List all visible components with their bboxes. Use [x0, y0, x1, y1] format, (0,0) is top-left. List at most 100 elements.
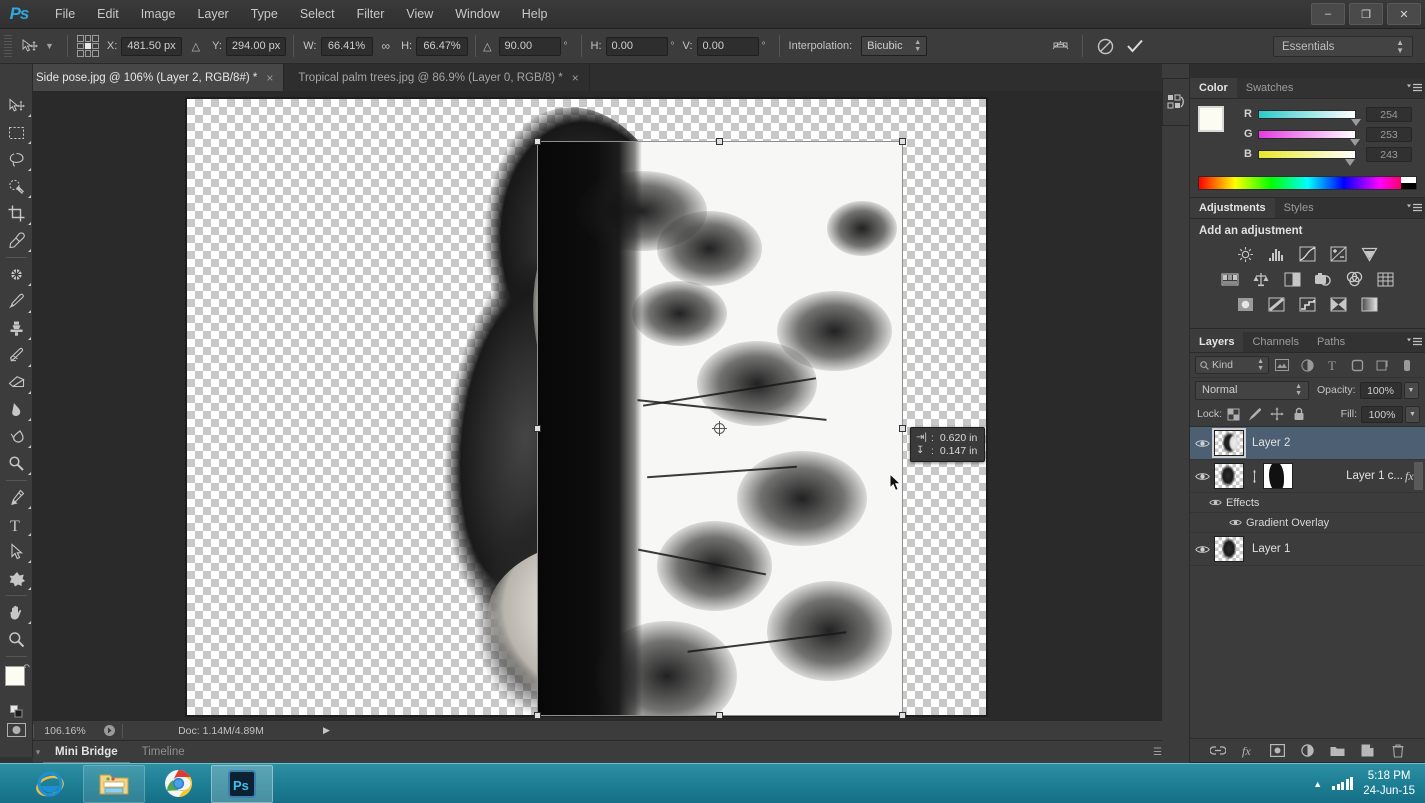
foreground-color-swatch[interactable]: [1198, 106, 1224, 132]
cancel-transform-icon[interactable]: [1090, 34, 1120, 58]
layers-scrollbar-thumb[interactable]: [1414, 462, 1423, 490]
black-white-icon[interactable]: [1279, 269, 1305, 289]
link-icon[interactable]: [1248, 470, 1261, 483]
taskbar-internet-explorer[interactable]: [19, 765, 81, 803]
clone-stamp-tool[interactable]: [0, 315, 33, 342]
mini-bridge-rail-button[interactable]: [1162, 78, 1190, 126]
y-input[interactable]: 294.00 px: [226, 37, 286, 56]
new-group-icon[interactable]: [1329, 742, 1346, 759]
dodge-tool[interactable]: [0, 450, 33, 477]
tab-swatches[interactable]: Swatches: [1237, 78, 1303, 98]
layer-visibility-toggle[interactable]: [1190, 438, 1214, 449]
opacity-input[interactable]: 100%: [1360, 382, 1402, 399]
menu-filter[interactable]: Filter: [346, 0, 396, 29]
restore-icon[interactable]: ❐: [1349, 3, 1383, 25]
filter-pixel-icon[interactable]: [1270, 355, 1294, 375]
opacity-dropdown-icon[interactable]: ▼: [1404, 382, 1419, 399]
layer-row-layer-1[interactable]: Layer 1: [1190, 533, 1425, 566]
brightness-contrast-icon[interactable]: [1233, 244, 1259, 264]
filter-smart-object-icon[interactable]: [1370, 355, 1394, 375]
new-adjustment-layer-icon[interactable]: [1299, 742, 1316, 759]
foreground-color-swatch[interactable]: [5, 666, 25, 686]
menu-type[interactable]: Type: [240, 0, 289, 29]
lasso-tool[interactable]: [0, 146, 33, 173]
menu-window[interactable]: Window: [444, 0, 510, 29]
exposure-icon[interactable]: [1326, 244, 1352, 264]
gradient-map-icon[interactable]: [1357, 294, 1383, 314]
blur-tool[interactable]: [0, 423, 33, 450]
crop-tool[interactable]: [0, 200, 33, 227]
channel-slider-r[interactable]: [1258, 110, 1356, 119]
menu-edit[interactable]: Edit: [86, 0, 130, 29]
panel-menu-icon[interactable]: [1403, 332, 1425, 352]
document-window[interactable]: [185, 97, 988, 717]
canvas-area[interactable]: ⇥| : 0.620 in ↧ : 0.147 in: [33, 91, 1170, 720]
filter-shape-icon[interactable]: [1345, 355, 1369, 375]
channel-value-b[interactable]: 243: [1366, 147, 1412, 162]
menu-select[interactable]: Select: [289, 0, 346, 29]
tab-adjustments[interactable]: Adjustments: [1190, 198, 1275, 218]
layer-visibility-toggle[interactable]: [1190, 471, 1214, 482]
delete-layer-icon[interactable]: [1389, 742, 1406, 759]
lock-image-icon[interactable]: [1244, 405, 1266, 423]
tab-paths[interactable]: Paths: [1308, 332, 1354, 352]
layer-row-layer-2[interactable]: Layer 2: [1190, 427, 1425, 460]
document-tab-tropical-palm-trees[interactable]: Tropical palm trees.jpg @ 86.9% (Layer 0…: [284, 64, 589, 91]
add-mask-icon[interactable]: [1269, 742, 1286, 759]
menu-view[interactable]: View: [395, 0, 444, 29]
reference-point-selector[interactable]: [77, 35, 99, 57]
lock-position-icon[interactable]: [1266, 405, 1288, 423]
skew-h-input[interactable]: 0.00: [606, 37, 668, 56]
move-tool[interactable]: [0, 92, 33, 119]
quick-mask-icon[interactable]: [0, 719, 33, 741]
layer-thumbnail[interactable]: [1214, 430, 1244, 456]
layer-filter-kind-select[interactable]: Kind ▲▼: [1195, 356, 1269, 374]
layer-row-layer-1-copy[interactable]: Layer 1 c... fx: [1190, 460, 1425, 493]
layer-thumbnail[interactable]: [1214, 463, 1244, 489]
tab-color[interactable]: Color: [1190, 78, 1237, 98]
channel-value-r[interactable]: 254: [1366, 107, 1412, 122]
gradient-tool[interactable]: [0, 396, 33, 423]
gradient-overlay-visibility-toggle[interactable]: [1224, 518, 1246, 527]
filter-adjustment-icon[interactable]: [1295, 355, 1319, 375]
filter-type-icon[interactable]: T: [1320, 355, 1344, 375]
menu-file[interactable]: File: [44, 0, 86, 29]
default-colors-icon[interactable]: [0, 703, 33, 719]
tab-styles[interactable]: Styles: [1275, 198, 1323, 218]
slider-thumb-icon[interactable]: [1350, 139, 1360, 146]
path-selection-tool[interactable]: [0, 538, 33, 565]
vibrance-icon[interactable]: [1357, 244, 1383, 264]
menu-image[interactable]: Image: [130, 0, 187, 29]
menu-help[interactable]: Help: [511, 0, 559, 29]
panel-menu-icon[interactable]: [1403, 78, 1425, 98]
eraser-tool[interactable]: [0, 369, 33, 396]
network-signal-icon[interactable]: [1332, 777, 1353, 790]
channel-slider-g[interactable]: [1258, 130, 1356, 139]
lock-all-icon[interactable]: [1288, 405, 1310, 423]
tab-layers[interactable]: Layers: [1190, 332, 1243, 352]
bottom-dock-grip[interactable]: ▾: [33, 747, 43, 758]
fill-dropdown-icon[interactable]: ▼: [1405, 406, 1420, 423]
selective-color-icon[interactable]: [1326, 294, 1352, 314]
filter-toggle-icon[interactable]: [1395, 355, 1419, 375]
options-bar-grip[interactable]: [4, 35, 12, 57]
link-layers-icon[interactable]: [1209, 742, 1226, 759]
threshold-icon[interactable]: [1295, 294, 1321, 314]
layer-thumbnail[interactable]: [1214, 536, 1244, 562]
close-icon[interactable]: ✕: [1387, 3, 1421, 25]
layer-mask-thumbnail[interactable]: [1263, 463, 1293, 489]
x-input[interactable]: 481.50 px: [121, 37, 181, 56]
hand-tool[interactable]: [0, 599, 33, 626]
posterize-icon[interactable]: [1264, 294, 1290, 314]
zoom-level-input[interactable]: 106.16%: [34, 725, 96, 737]
link-aspect-ratio-icon[interactable]: ∞: [382, 39, 391, 53]
minimize-icon[interactable]: –: [1311, 3, 1345, 25]
workspace-selector[interactable]: Essentials ▲▼: [1273, 36, 1413, 57]
layer-visibility-toggle[interactable]: [1190, 544, 1214, 555]
document-tab-side-pose[interactable]: Side pose.jpg @ 106% (Layer 2, RGB/8#) *…: [22, 64, 284, 91]
tab-timeline[interactable]: Timeline: [130, 741, 197, 764]
relative-position-icon[interactable]: △: [192, 40, 200, 53]
slider-thumb-icon[interactable]: [1351, 119, 1361, 126]
layer-effects-row[interactable]: Effects: [1190, 493, 1425, 513]
taskbar-photoshop[interactable]: Ps: [211, 765, 273, 803]
